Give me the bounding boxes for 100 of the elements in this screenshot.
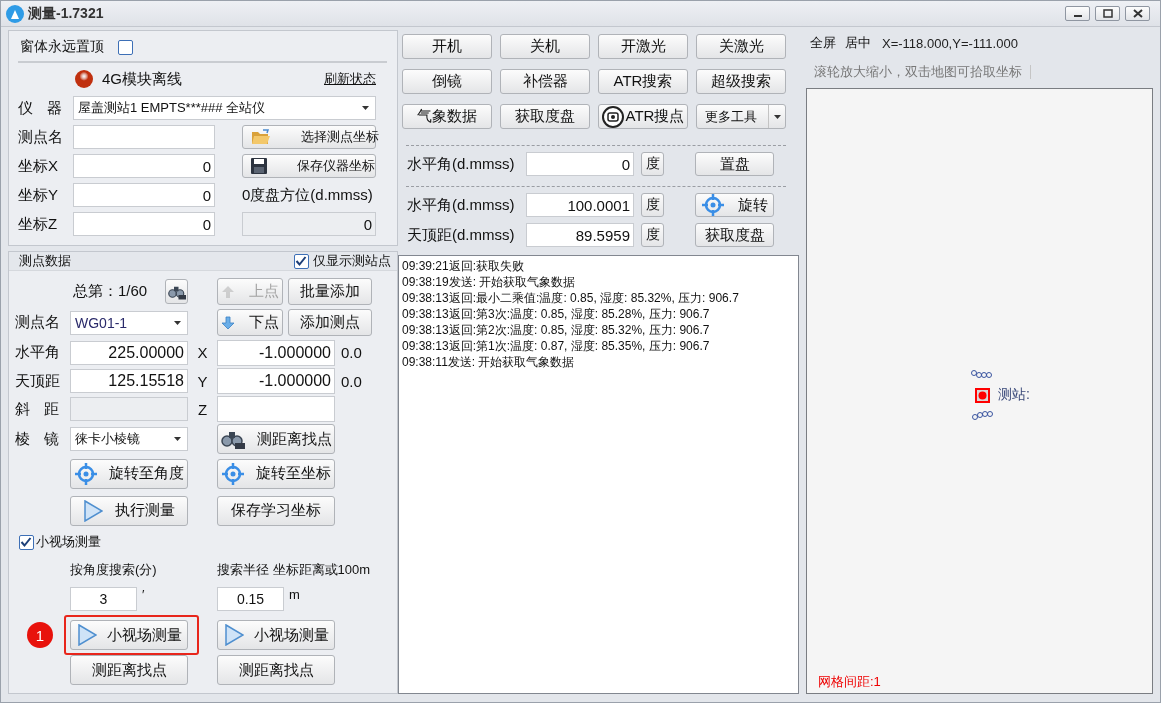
action-button[interactable]: 小视场测量: [217, 620, 335, 650]
text-field[interactable]: 100.0001: [526, 193, 634, 217]
checkbox-label: 小视场测量: [36, 533, 101, 551]
search-label: 搜索半径 坐标距离或100m: [217, 561, 371, 579]
text-field[interactable]: 3: [70, 587, 137, 611]
action-button[interactable]: 执行测量: [70, 495, 188, 526]
field-label: 棱 镜: [15, 429, 59, 449]
field-label: 测点名: [18, 127, 64, 147]
search-label: 按角度搜索(分): [70, 561, 157, 579]
text-field[interactable]: [217, 396, 335, 422]
instrument-dropdown[interactable]: 屋盖测站1 EMPTS***### 全站仪: [73, 96, 376, 120]
checkbox[interactable]: [19, 534, 34, 550]
action-button[interactable]: 气象数据: [402, 104, 492, 129]
text-field[interactable]: -1.000000: [217, 368, 335, 394]
point-cluster-drawing: [971, 370, 993, 379]
text-field[interactable]: 0.15: [217, 587, 284, 611]
text-field[interactable]: 0: [73, 183, 215, 207]
action-button[interactable]: 关机: [500, 34, 590, 59]
field-label: 水平角: [15, 343, 61, 362]
text-field[interactable]: 225.00000: [70, 340, 188, 365]
action-button[interactable]: 旋转: [695, 193, 774, 217]
toolbar-link[interactable]: 居中: [845, 34, 871, 52]
log-line: 09:38:19发送: 开始获取气象数据: [402, 274, 577, 290]
maximize-icon: [1102, 9, 1113, 18]
down-arrow-icon: [221, 315, 235, 330]
maximize-button[interactable]: [1095, 6, 1120, 21]
action-button[interactable]: 小视场测量: [70, 620, 188, 650]
checkbox[interactable]: [294, 253, 309, 269]
action-button[interactable]: 测距离找点: [217, 655, 335, 685]
crosshair-icon: [74, 462, 97, 485]
text-field[interactable]: 0: [73, 154, 215, 178]
app-logo-icon: [6, 4, 24, 23]
action-button[interactable]: 置盘: [695, 152, 774, 176]
unit-label: ′: [142, 587, 145, 602]
unit-label: m: [289, 587, 300, 602]
action-button[interactable]: ATR搜索: [598, 69, 688, 94]
caret-icon: [773, 114, 781, 119]
group-title: 测点数据: [19, 252, 71, 270]
log-line: 09:38:13返回:第3次:温度: 0.85, 湿度: 85.28%, 压力: 906.7: [402, 306, 711, 322]
point-counter: 总第：1/60: [73, 282, 148, 301]
log-line: 09:38:13返回:第1次:温度: 0.87, 湿度: 85.35%, 压力: 906.7: [402, 338, 711, 354]
action-button[interactable]: 测距离找点: [70, 655, 188, 685]
grid-spacing-label: 网格间距:1: [818, 673, 881, 691]
offset-value: 0.0: [340, 344, 363, 361]
text-field[interactable]: 0: [526, 152, 634, 176]
binoculars-icon: [220, 429, 245, 449]
checkbox[interactable]: [118, 39, 133, 55]
action-button[interactable]: 旋转至角度: [70, 458, 188, 489]
action-button[interactable]: 批量添加: [288, 278, 372, 305]
unit-button[interactable]: 度: [641, 152, 664, 176]
prism-dropdown[interactable]: 徕卡小棱镜: [70, 427, 188, 451]
action-button[interactable]: ATR搜点: [598, 104, 688, 129]
play-icon: [223, 624, 244, 646]
refresh-link[interactable]: 刷新状态: [324, 70, 376, 88]
map-canvas[interactable]: 测站: 网格间距:1: [806, 88, 1153, 694]
action-button[interactable]: 保存仪器坐标: [242, 154, 376, 178]
nav-button[interactable]: 下点: [217, 309, 283, 336]
checkmark-icon: [20, 535, 32, 548]
play-icon: [76, 624, 97, 646]
action-button[interactable]: 测距离找点: [217, 424, 335, 454]
field-label: 坐标X: [18, 156, 59, 176]
find-button[interactable]: [165, 279, 188, 304]
offset-value: 0.0: [340, 372, 363, 390]
crosshair-icon: [221, 462, 244, 485]
module-status: 4G模块离线: [102, 69, 182, 89]
text-field[interactable]: 89.5959: [526, 223, 634, 247]
target-icon: [601, 105, 624, 128]
log-line: 09:38:11发送: 开始获取气象数据: [402, 354, 576, 370]
checkbox-label: 窗体永远置顶: [20, 38, 104, 56]
unit-button[interactable]: 度: [641, 193, 664, 217]
field-label: 坐标Z: [18, 214, 59, 234]
action-button[interactable]: 获取度盘: [500, 104, 590, 129]
field-label: 斜 距: [15, 399, 59, 419]
text-field[interactable]: 125.15518: [70, 369, 188, 393]
action-button[interactable]: 倒镜: [402, 69, 492, 94]
action-button[interactable]: 关激光: [696, 34, 786, 59]
field-label: 测点名: [15, 313, 61, 332]
action-button[interactable]: 开机: [402, 34, 492, 59]
axis-label: X: [197, 344, 208, 361]
action-button[interactable]: 开激光: [598, 34, 688, 59]
text-field[interactable]: -1.000000: [217, 339, 335, 366]
action-button[interactable]: 旋转至坐标: [217, 458, 335, 489]
play-icon: [83, 499, 103, 522]
action-button[interactable]: 添加测点: [288, 309, 372, 336]
action-button[interactable]: 保存学习坐标: [217, 495, 335, 526]
action-button[interactable]: 补偿器: [500, 69, 590, 94]
floppy-icon: [251, 158, 267, 174]
action-button[interactable]: 获取度盘: [695, 223, 774, 247]
minimize-button[interactable]: [1065, 6, 1090, 21]
toolbar-link[interactable]: 全屏: [810, 34, 836, 52]
field-label: 水平角(d.mmss): [407, 154, 516, 174]
point-dropdown[interactable]: WG01-1: [70, 310, 188, 335]
text-field[interactable]: 0: [73, 212, 215, 236]
log-line: 09:38:13返回:最小二乘值:温度: 0.85, 湿度: 85.32%, 压力: 906.7: [402, 290, 740, 306]
text-field[interactable]: [73, 125, 215, 149]
folder-icon: [251, 129, 271, 145]
action-button[interactable]: 超级搜索: [696, 69, 786, 94]
unit-button[interactable]: 度: [641, 223, 664, 247]
tools-dropdown-button[interactable]: 更多工具: [696, 104, 786, 129]
close-button[interactable]: [1125, 6, 1150, 21]
